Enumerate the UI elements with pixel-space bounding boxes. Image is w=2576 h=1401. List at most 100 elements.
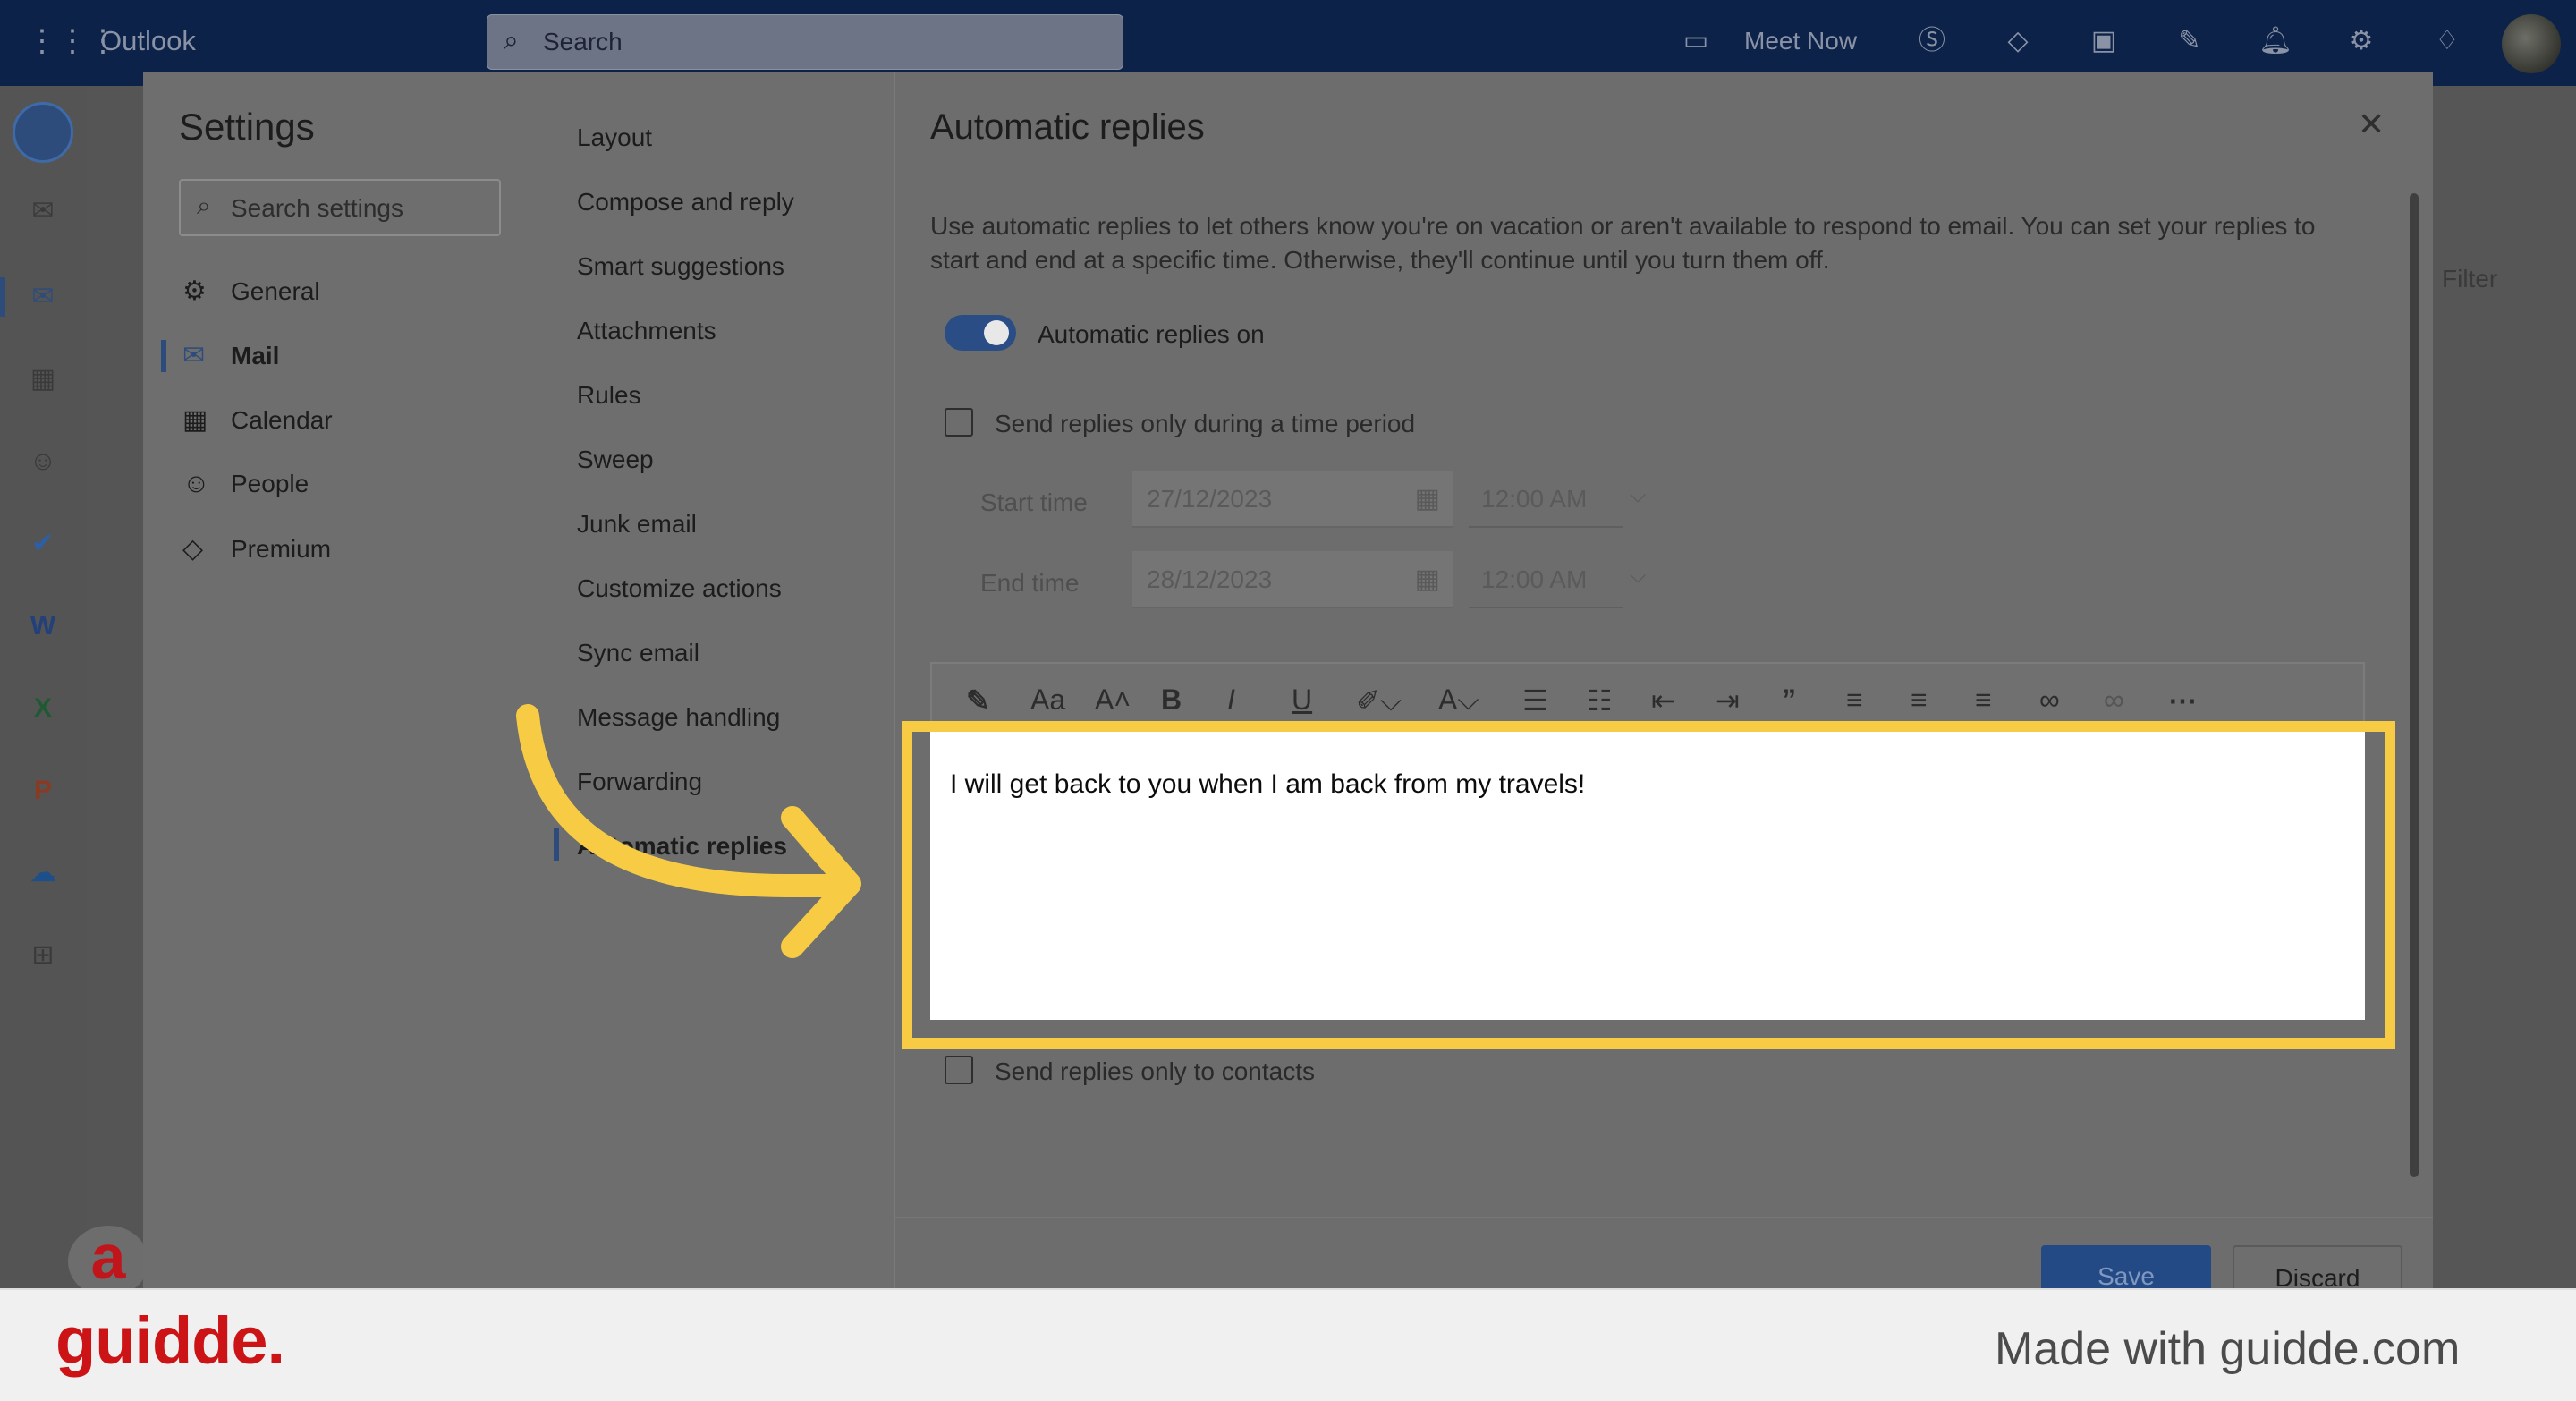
more-icon[interactable]: ⋯ bbox=[2168, 684, 2197, 717]
end-date-value: 28/12/2023 bbox=[1147, 565, 1273, 593]
excel-icon[interactable]: X bbox=[23, 689, 63, 728]
format-painter-icon[interactable]: ✎ bbox=[966, 684, 990, 717]
bold-icon[interactable]: B bbox=[1161, 684, 1182, 717]
subnav-sync-email[interactable]: Sync email bbox=[577, 639, 699, 667]
align-left-icon[interactable]: ≡ bbox=[1846, 684, 1863, 717]
chevron-down-icon[interactable]: ⌵ bbox=[1630, 483, 1646, 508]
todo-check-icon[interactable]: ✔ bbox=[23, 524, 63, 564]
nav-selection-bar bbox=[161, 340, 166, 372]
chevron-down-icon[interactable]: ⌵ bbox=[1630, 564, 1646, 589]
office-icon[interactable]: ▣ bbox=[2086, 23, 2122, 59]
italic-icon[interactable]: I bbox=[1227, 684, 1235, 717]
font-color-icon[interactable]: A⌵ bbox=[1438, 684, 1479, 717]
start-time-select[interactable]: 12:00 AM bbox=[1469, 471, 1623, 528]
calendar-icon[interactable]: ▦ bbox=[23, 360, 63, 399]
apps-icon[interactable]: ⊞ bbox=[23, 936, 63, 975]
grow-font-icon[interactable]: A˄ bbox=[1095, 684, 1131, 717]
lightbulb-icon[interactable]: ♢ bbox=[2429, 23, 2465, 59]
gear-icon[interactable]: ⚙ bbox=[2343, 23, 2379, 59]
end-time-select[interactable]: 12:00 AM bbox=[1469, 551, 1623, 608]
new-mail-icon[interactable]: ✉ bbox=[23, 191, 63, 231]
panel-description: Use automatic replies to let others know… bbox=[930, 212, 2316, 274]
underline-icon[interactable]: U bbox=[1292, 684, 1312, 717]
start-time-label: Start time bbox=[980, 488, 1088, 516]
calendar-icon: ▦ bbox=[182, 405, 208, 435]
settings-search-input[interactable]: ⌕ Search settings bbox=[179, 179, 501, 236]
nav-item-mail[interactable]: ✉ Mail bbox=[182, 340, 279, 371]
nav-item-calendar[interactable]: ▦ Calendar bbox=[182, 404, 333, 436]
panel-title: Automatic replies bbox=[930, 107, 1205, 147]
period-label: Send replies only during a time period bbox=[995, 410, 1416, 437]
indent-icon[interactable]: ⇥ bbox=[1716, 684, 1740, 717]
unlink-icon[interactable]: ∞ bbox=[2104, 684, 2124, 717]
subnav-smart-suggestions[interactable]: Smart suggestions bbox=[577, 252, 784, 281]
font-size-icon[interactable]: Aa bbox=[1030, 684, 1065, 717]
skype-icon[interactable]: Ⓢ bbox=[1914, 23, 1950, 59]
left-rail: ✉ ✉ ▦ ☺ ✔ W X P ☁ ⊞ bbox=[0, 86, 86, 1401]
mail-icon[interactable]: ✉ bbox=[23, 277, 63, 317]
link-icon[interactable]: ∞ bbox=[2039, 684, 2060, 717]
highlight-box bbox=[902, 721, 2395, 1049]
nav-item-general[interactable]: ⚙ General bbox=[182, 276, 320, 307]
partial-logo: a bbox=[68, 1226, 148, 1297]
made-with-text: Made with guidde.com bbox=[1995, 1323, 2461, 1375]
mail-icon: ✉ bbox=[182, 341, 206, 370]
end-time-label: End time bbox=[980, 569, 1080, 597]
guidde-logo: guidde. bbox=[55, 1303, 285, 1378]
subnav-compose[interactable]: Compose and reply bbox=[577, 188, 794, 217]
align-center-icon[interactable]: ≡ bbox=[1911, 684, 1928, 717]
background-mail-list: Filter bbox=[2433, 86, 2576, 1401]
powerpoint-icon[interactable]: P bbox=[23, 771, 63, 811]
diamond-icon: ◇ bbox=[182, 534, 204, 564]
subnav-layout[interactable]: Layout bbox=[577, 123, 652, 152]
settings-title: Settings bbox=[179, 106, 315, 148]
nav-item-premium[interactable]: ◇ Premium bbox=[182, 533, 331, 565]
nav-label: General bbox=[231, 277, 320, 305]
highlight-icon[interactable]: ✐⌵ bbox=[1356, 684, 1402, 718]
quote-icon[interactable]: ” bbox=[1782, 684, 1796, 717]
nav-item-people[interactable]: ☺ People bbox=[182, 469, 309, 499]
automatic-replies-toggle[interactable] bbox=[945, 315, 1016, 351]
filter-button[interactable]: Filter bbox=[2442, 265, 2497, 293]
contacts-label: Send replies only to contacts bbox=[995, 1057, 1315, 1085]
word-icon[interactable]: W bbox=[23, 607, 63, 646]
numbering-icon[interactable]: ☷ bbox=[1587, 684, 1613, 717]
onedrive-icon[interactable]: ☁ bbox=[23, 853, 63, 893]
subnav-junk-email[interactable]: Junk email bbox=[577, 510, 697, 539]
subnav-sweep[interactable]: Sweep bbox=[577, 446, 654, 474]
toggle-label: Automatic replies on bbox=[1038, 320, 1265, 348]
settings-search-placeholder: Search settings bbox=[231, 194, 403, 222]
people-icon: ☺ bbox=[182, 469, 210, 498]
premium-icon[interactable]: ◇ bbox=[2000, 23, 2036, 59]
app-name: Outlook bbox=[100, 25, 196, 56]
avatar[interactable] bbox=[2502, 14, 2561, 73]
footer-divider bbox=[894, 1217, 2433, 1218]
search-icon: ⌕ bbox=[504, 26, 519, 55]
end-date-input[interactable]: 28/12/2023 ▦ bbox=[1132, 551, 1453, 608]
align-right-icon[interactable]: ≡ bbox=[1975, 684, 1992, 717]
subnav-customize-actions[interactable]: Customize actions bbox=[577, 574, 782, 603]
start-date-input[interactable]: 27/12/2023 ▦ bbox=[1132, 471, 1453, 528]
contacts-checkbox[interactable] bbox=[945, 1056, 973, 1084]
calendar-icon[interactable]: ▦ bbox=[1415, 483, 1440, 514]
period-checkbox[interactable] bbox=[945, 408, 973, 437]
nav-label: Mail bbox=[231, 342, 280, 369]
outlook-logo-icon bbox=[13, 102, 73, 163]
people-icon[interactable]: ☺ bbox=[23, 442, 63, 481]
nav-label: Premium bbox=[231, 535, 332, 563]
video-icon[interactable]: ▭ bbox=[1678, 23, 1714, 59]
outdent-icon[interactable]: ⇤ bbox=[1651, 684, 1675, 717]
calendar-icon[interactable]: ▦ bbox=[1415, 564, 1440, 595]
close-icon[interactable]: ✕ bbox=[2358, 106, 2385, 143]
meet-now-button[interactable]: Meet Now bbox=[1744, 27, 1857, 55]
bell-icon[interactable]: 🔔︎ bbox=[2258, 23, 2293, 59]
subnav-rules[interactable]: Rules bbox=[577, 381, 641, 410]
subnav-attachments[interactable]: Attachments bbox=[577, 317, 716, 345]
bullets-icon[interactable]: ☰ bbox=[1522, 684, 1548, 717]
nav-label: Calendar bbox=[231, 406, 333, 434]
end-time-value: 12:00 AM bbox=[1481, 565, 1588, 593]
search-box[interactable]: ⌕ Search bbox=[487, 14, 1123, 70]
scrollbar[interactable] bbox=[2410, 193, 2419, 1177]
todo-icon[interactable]: ✎ bbox=[2172, 23, 2207, 59]
toggle-knob bbox=[984, 320, 1009, 345]
